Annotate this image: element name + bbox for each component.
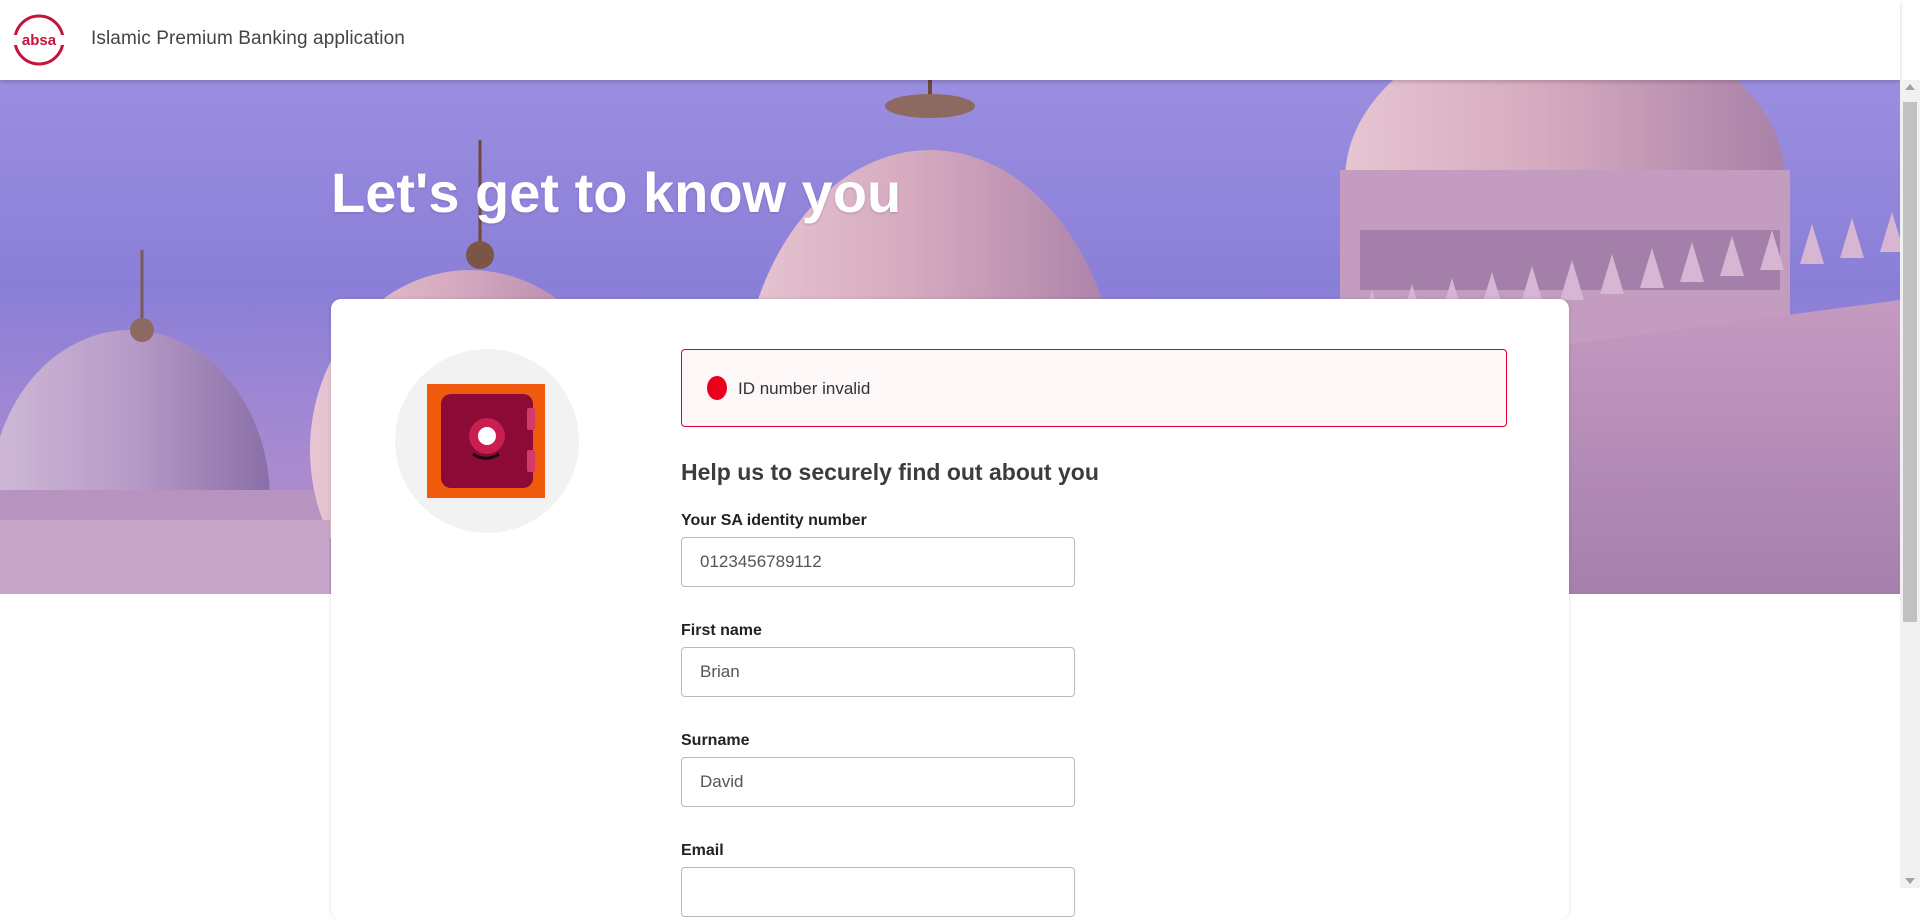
safe-icon <box>427 384 545 498</box>
svg-text:absa: absa <box>22 32 57 49</box>
form-card: ID number invalid Help us to securely fi… <box>331 299 1569 919</box>
top-bar: absa Islamic Premium Banking application <box>0 0 1900 80</box>
id-number-input[interactable] <box>681 537 1075 587</box>
page-title: Let's get to know you <box>331 161 902 224</box>
page-scrollbar[interactable] <box>1900 80 1920 888</box>
surname-label: Surname <box>681 732 750 749</box>
absa-logo[interactable]: absa <box>12 13 66 67</box>
section-title: Help us to securely find out about you <box>681 459 1099 485</box>
scrollbar-thumb[interactable] <box>1903 102 1917 622</box>
error-alert: ID number invalid <box>681 349 1507 427</box>
first-name-label: First name <box>681 622 762 639</box>
illustration-circle <box>395 349 579 533</box>
error-dot-icon <box>707 376 727 400</box>
first-name-input[interactable] <box>681 647 1075 697</box>
app-title: Islamic Premium Banking application <box>91 28 405 49</box>
email-input[interactable] <box>681 867 1075 917</box>
id-number-label: Your SA identity number <box>681 512 867 529</box>
scroll-down-arrow-icon[interactable] <box>1905 878 1915 884</box>
email-label: Email <box>681 842 724 859</box>
scroll-up-arrow-icon[interactable] <box>1905 84 1915 90</box>
surname-input[interactable] <box>681 757 1075 807</box>
alert-message: ID number invalid <box>738 379 871 398</box>
